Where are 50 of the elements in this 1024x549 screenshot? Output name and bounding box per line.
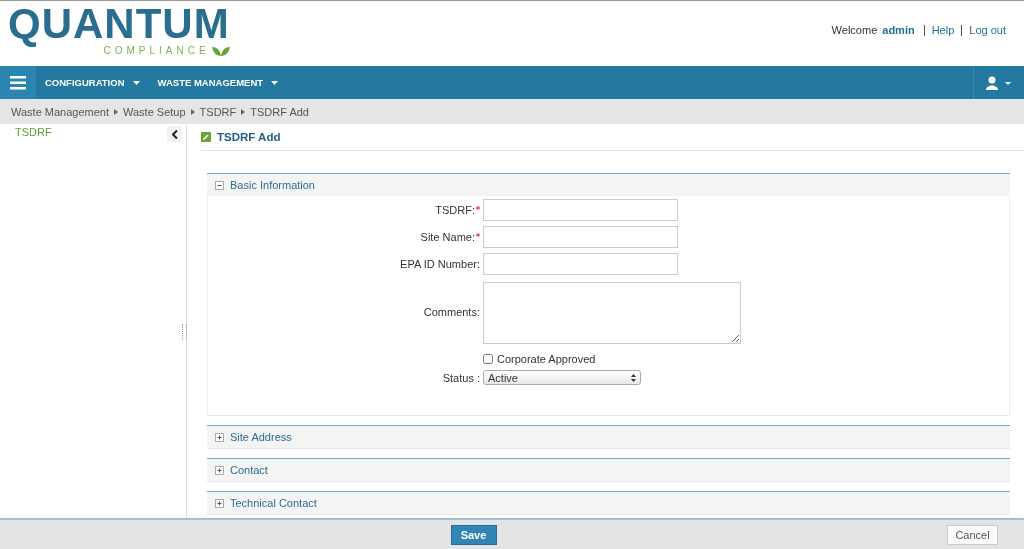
field-label: Status : [441,371,481,384]
chevron-icon [114,108,119,115]
section-title: Basic Information [230,179,315,191]
user-icon [986,75,1012,90]
section-title: Site Address [230,431,292,443]
section-header[interactable]: Technical Contact [207,492,1010,514]
chevron-left-icon [171,129,178,139]
page-title: TSDRF Add [217,131,281,143]
nav-menu-item[interactable]: WASTE MANAGEMENT [148,66,288,99]
leaf-icon [211,46,230,56]
section-header[interactable]: Site Address [207,426,1010,448]
caret-icon [271,80,279,85]
status-dropdown[interactable]: Active [483,370,641,385]
welcome-text: Welcome [831,24,878,36]
chevron-icon [241,108,246,115]
collapse-button[interactable] [167,126,182,142]
section-title: Technical Contact [230,497,317,509]
logo-title: QUANTUM [8,3,230,45]
breadcrumb-item: TSDRF Add [250,105,309,118]
menu-button[interactable] [0,66,36,99]
edit-icon [201,132,211,142]
chevron-icon [190,108,195,115]
section-header[interactable]: Contact [207,459,1010,481]
text-field[interactable] [483,253,678,275]
save-button[interactable]: Save [450,524,497,545]
logo-subtitle: COMPLIANCE [103,45,210,57]
caret-icon [132,80,140,85]
checkbox-label: Corporate Approved [497,353,596,365]
field-label: Comments: [423,306,480,318]
section-header[interactable]: Basic Information [207,174,1010,196]
breadcrumb-item[interactable]: Waste Management [11,105,110,118]
header-link[interactable]: Help [931,24,955,36]
user-name: admin [882,24,915,36]
menu-icon [10,75,26,90]
up-down-arrows-icon [631,373,636,382]
breadcrumb-item[interactable]: TSDRF [199,105,237,118]
checkbox[interactable] [483,354,493,364]
breadcrumb-item[interactable]: Waste Setup [123,105,186,118]
field-label: Site Name: [420,231,475,243]
field-label: TSDRF: [435,204,475,216]
resize-handle[interactable] [182,324,187,340]
field-label: EPA ID Number: [400,258,480,270]
header-link[interactable]: Log out [969,24,1006,36]
text-field[interactable] [483,226,678,248]
sidebar-item[interactable]: TSDRF [15,126,52,138]
nav-menu-item[interactable]: CONFIGURATION [36,66,149,99]
cancel-button[interactable]: Cancel [947,524,998,545]
text-field[interactable] [483,199,678,221]
comments-field[interactable] [483,282,741,344]
section-title: Contact [230,464,268,476]
